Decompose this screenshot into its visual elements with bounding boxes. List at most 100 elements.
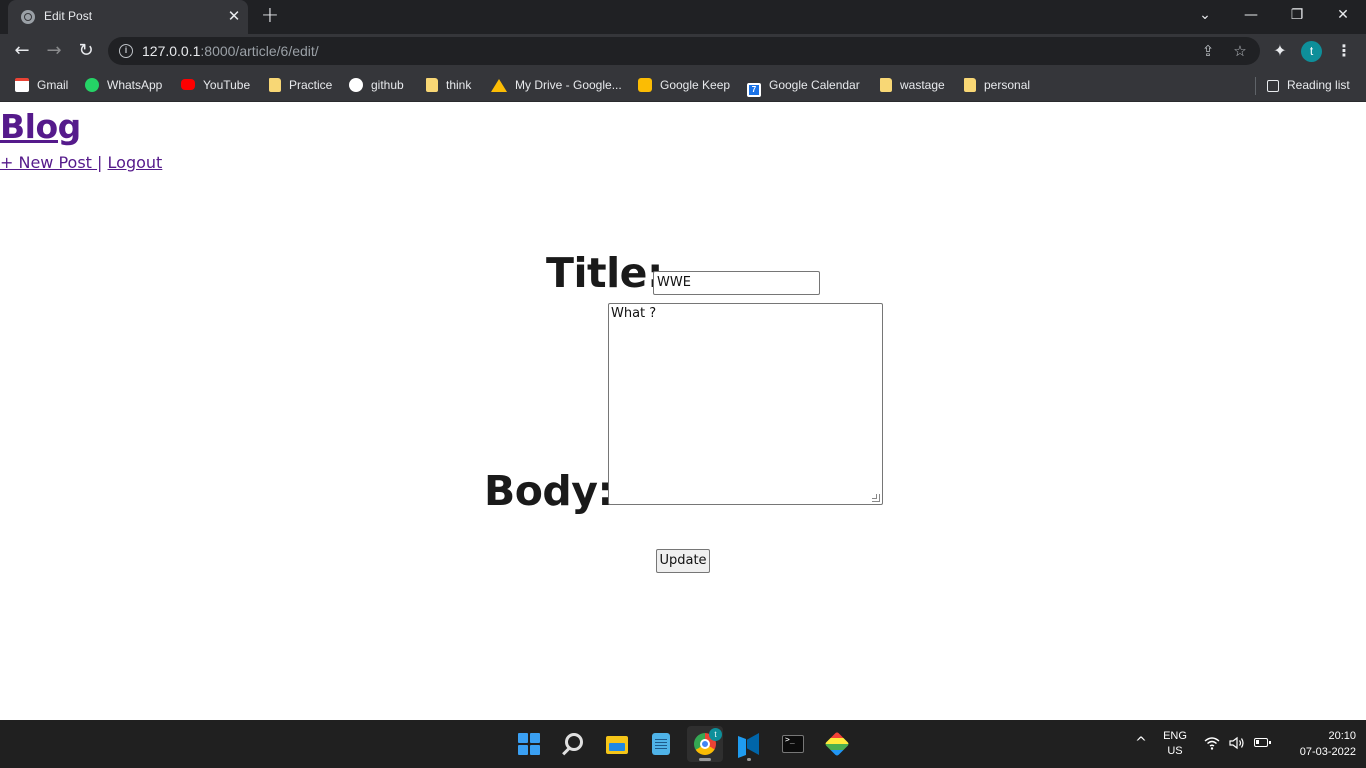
taskbar-start[interactable] <box>511 726 547 762</box>
minimize-button[interactable]: — <box>1228 0 1274 32</box>
restore-button[interactable]: ❐ <box>1274 0 1320 32</box>
github-icon <box>349 78 363 92</box>
body-label: Body: <box>484 467 614 515</box>
browser-menu-icon[interactable]: ⋮ <box>1336 40 1352 62</box>
keep-icon <box>638 78 652 92</box>
share-icon[interactable]: ⇪ <box>1198 41 1218 61</box>
reading-list-label: Reading list <box>1287 78 1350 92</box>
bookmark-label: personal <box>984 78 1031 92</box>
nav-separator: | <box>97 153 103 172</box>
url-path: :8000/article/6/edit/ <box>200 43 319 59</box>
resize-handle-icon[interactable] <box>872 494 880 502</box>
windows-start-icon <box>518 733 540 755</box>
clock-date: 07-03-2022 <box>1299 746 1356 758</box>
bookmark-star-icon[interactable]: ☆ <box>1230 41 1250 61</box>
bookmark-gmail[interactable]: Gmail <box>15 76 68 94</box>
reload-button[interactable]: ↻ <box>74 39 98 63</box>
bookmarks-bar: Gmail WhatsApp YouTube Practice github t… <box>0 68 1366 102</box>
site-nav: + New Post | Logout <box>0 153 162 172</box>
tab-search-button[interactable]: ⌄ <box>1182 0 1228 32</box>
bluestacks-icon <box>824 731 850 757</box>
folder-icon <box>606 736 628 754</box>
browser-tab-edit-post[interactable]: Edit Post ✕ <box>8 0 248 34</box>
profile-avatar[interactable]: t <box>1301 41 1322 62</box>
bookmark-label: Gmail <box>37 78 69 92</box>
language-code: ENG <box>1163 730 1187 742</box>
close-window-button[interactable]: ✕ <box>1320 0 1366 32</box>
extensions-puzzle-icon[interactable]: ✦ <box>1270 40 1290 62</box>
bookmark-google-keep[interactable]: Google Keep <box>638 76 730 94</box>
body-text: What ? <box>611 306 657 321</box>
bookmark-github[interactable]: github <box>349 76 404 94</box>
wifi-icon[interactable] <box>1203 734 1221 752</box>
bookmark-personal[interactable]: personal <box>964 76 1030 94</box>
bookmark-practice[interactable]: Practice <box>269 76 332 94</box>
url-text[interactable]: 127.0.0.1:8000/article/6/edit/ <box>142 43 319 59</box>
profile-badge: t <box>709 728 722 741</box>
system-clock[interactable]: 20:10 07-03-2022 <box>1276 728 1356 760</box>
taskbar-chrome[interactable]: t <box>687 726 723 762</box>
folder-icon <box>964 78 976 92</box>
bookmark-my-drive[interactable]: My Drive - Google... <box>491 76 622 94</box>
forward-button[interactable]: → <box>42 39 66 63</box>
bookmark-label: wastage <box>900 78 945 92</box>
bookmark-label: YouTube <box>203 78 251 92</box>
language-indicator[interactable]: ENG US <box>1160 729 1190 759</box>
vscode-icon <box>738 733 760 758</box>
tab-close-icon[interactable]: ✕ <box>225 7 243 25</box>
taskbar-terminal[interactable] <box>775 726 811 762</box>
clock-time: 20:10 <box>1328 730 1356 742</box>
battery-icon[interactable] <box>1254 738 1271 747</box>
youtube-icon <box>181 79 195 90</box>
windows-taskbar: t ^ ENG US 20:10 07-03-2022 <box>0 720 1366 768</box>
taskbar-notepad[interactable] <box>643 726 679 762</box>
show-hidden-icons-chevron-icon[interactable]: ^ <box>1132 733 1150 753</box>
bookmark-wastage[interactable]: wastage <box>880 76 945 94</box>
bookmark-label: Google Calendar <box>769 78 860 92</box>
folder-icon <box>269 78 281 92</box>
bookmark-label: My Drive - Google... <box>515 78 622 92</box>
new-tab-button[interactable]: + <box>259 5 281 27</box>
bookmarks-divider <box>1255 77 1256 95</box>
logout-link[interactable]: Logout <box>108 153 163 172</box>
drive-icon <box>491 79 507 92</box>
bookmark-label: Google Keep <box>660 78 731 92</box>
folder-icon <box>426 78 438 92</box>
terminal-icon <box>782 735 804 753</box>
browser-title-bar: Edit Post ✕ + ⌄ — ❐ ✕ <box>0 0 1366 34</box>
search-icon <box>565 733 583 751</box>
title-input[interactable]: WWE <box>653 271 820 295</box>
browser-toolbar: ← → ↻ i 127.0.0.1:8000/article/6/edit/ ⇪… <box>0 34 1366 68</box>
title-label: Title: <box>546 249 663 297</box>
active-indicator <box>699 758 711 761</box>
web-page: Blog + New Post | Logout Title: WWE Body… <box>0 103 1366 720</box>
reading-list-icon <box>1267 80 1279 92</box>
body-textarea[interactable]: What ? <box>608 303 883 505</box>
address-bar[interactable]: i 127.0.0.1:8000/article/6/edit/ ⇪ ☆ <box>108 37 1260 65</box>
keyboard-region: US <box>1167 745 1183 757</box>
back-button[interactable]: ← <box>10 39 34 63</box>
bookmark-whatsapp[interactable]: WhatsApp <box>85 76 162 94</box>
folder-icon <box>880 78 892 92</box>
bookmark-label: WhatsApp <box>107 78 163 92</box>
notepad-icon <box>652 733 670 755</box>
bookmark-google-calendar[interactable]: 7 Google Calendar <box>747 76 860 97</box>
bookmark-label: github <box>371 78 404 92</box>
site-info-icon[interactable]: i <box>119 44 133 58</box>
bookmark-youtube[interactable]: YouTube <box>181 76 250 94</box>
bookmark-label: think <box>446 78 472 92</box>
volume-icon[interactable] <box>1228 734 1246 752</box>
globe-icon <box>21 10 35 24</box>
new-post-link[interactable]: + New Post <box>0 153 97 172</box>
calendar-icon: 7 <box>747 83 761 97</box>
url-host: 127.0.0.1 <box>142 43 201 59</box>
reading-list-button[interactable]: Reading list <box>1267 76 1350 94</box>
taskbar-vscode[interactable] <box>731 726 767 762</box>
taskbar-file-explorer[interactable] <box>599 726 635 762</box>
taskbar-bluestacks[interactable] <box>819 726 855 762</box>
tab-title: Edit Post <box>44 9 93 23</box>
taskbar-search[interactable] <box>555 726 591 762</box>
brand-link[interactable]: Blog <box>0 107 81 146</box>
bookmark-think[interactable]: think <box>426 76 471 94</box>
update-button[interactable]: Update <box>656 549 710 573</box>
